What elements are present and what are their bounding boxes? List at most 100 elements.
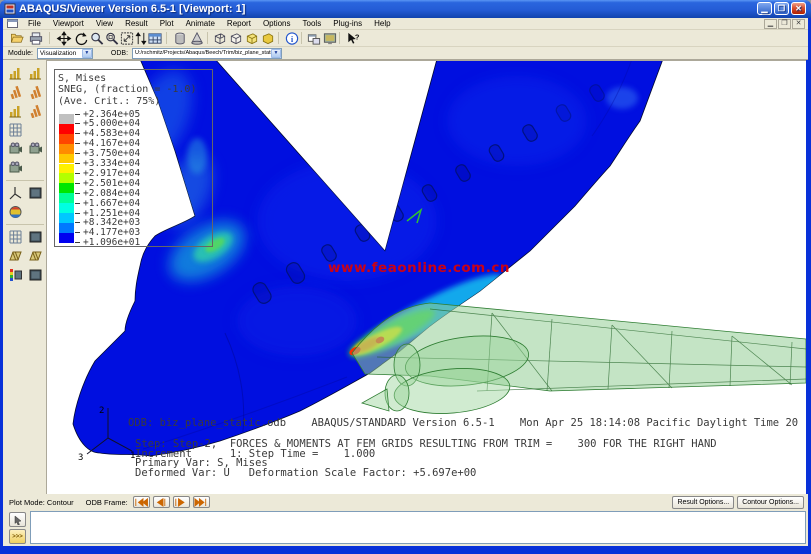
app-icon — [4, 3, 16, 15]
visualization-toolbox — [3, 60, 47, 494]
legend-value: +1.096e+01 — [75, 238, 140, 248]
odb-combo-value: U:/rschmitz/Projects/Abaqus/Beech/Trim/b… — [133, 50, 271, 56]
menu-animate[interactable]: Animate — [180, 18, 221, 29]
pan-view-icon[interactable] — [55, 31, 73, 46]
toolbar-separator — [278, 32, 279, 44]
command-line-button[interactable]: >>> — [9, 529, 26, 544]
viewport-grid-tool-button[interactable] — [6, 228, 25, 245]
odb-label: ODB: — [111, 50, 128, 57]
next-frame-button[interactable] — [173, 496, 190, 508]
toolbar-separator — [49, 32, 50, 44]
animate-scale-factor-button[interactable] — [26, 140, 45, 157]
stream-map-tool-button[interactable] — [26, 247, 45, 264]
animate-time-history-button[interactable] — [6, 140, 25, 157]
chevron-down-icon[interactable]: ▼ — [82, 49, 92, 58]
field-output-table-button[interactable] — [6, 121, 25, 138]
plot-undeformed-button[interactable] — [6, 64, 25, 81]
menu-help[interactable]: Help — [368, 18, 396, 29]
mdi-restore-button[interactable]: ❐ — [778, 19, 791, 29]
odb-title-line: ODB: biz_plane_static.odb ABAQUS/STANDAR… — [128, 417, 798, 429]
query-cursor-button[interactable] — [9, 512, 26, 527]
section-cones-icon[interactable] — [188, 31, 206, 46]
module-combo-value: Visualization — [38, 50, 82, 57]
render-monitor-icon[interactable] — [321, 31, 339, 46]
toolbar-separator — [207, 32, 208, 44]
plot-material-orientation-button[interactable] — [6, 102, 25, 119]
menu-view[interactable]: View — [90, 18, 119, 29]
menu-options[interactable]: Options — [257, 18, 297, 29]
viewport-canvas[interactable]: 2 3 1 S, MisesSNEG, (fraction = -1.0)(Av… — [47, 60, 806, 494]
first-frame-button[interactable] — [133, 496, 150, 508]
result-options-button[interactable]: Result Options... — [672, 496, 734, 509]
legend-swatch — [59, 233, 74, 243]
message-area: >>> — [3, 510, 808, 546]
close-button[interactable]: ✕ — [791, 2, 806, 15]
prompt-bar: Plot Mode: Contour ODB Frame: Result Opt… — [3, 494, 808, 510]
title-bar[interactable]: ABAQUS/Viewer Version 6.5-1 [Viewport: 1… — [0, 0, 811, 18]
main-toolbar: i? — [3, 30, 808, 47]
menu-bar: FileViewportViewResultPlotAnimateReportO… — [3, 18, 808, 30]
plot-xy-button[interactable] — [26, 102, 45, 119]
green-wing-model — [352, 303, 806, 418]
menu-result[interactable]: Result — [119, 18, 154, 29]
mouse-pointer-icon — [13, 515, 23, 525]
menu-tools[interactable]: Tools — [297, 18, 328, 29]
plot-deformed-button[interactable] — [26, 64, 45, 81]
plot-symbols-button[interactable] — [26, 83, 45, 100]
last-frame-button[interactable] — [193, 496, 210, 508]
viewport-document-icon — [7, 19, 18, 29]
object-display-tool-button[interactable] — [26, 228, 45, 245]
maximize-button[interactable]: ❐ — [774, 2, 789, 15]
minimize-button[interactable]: ▁ — [757, 2, 772, 15]
module-label: Module: — [8, 50, 33, 57]
print-icon[interactable] — [27, 31, 45, 46]
filled-render-icon[interactable] — [259, 31, 277, 46]
display-groups-tool-button[interactable] — [26, 184, 45, 201]
menu-plugins[interactable]: Plug-ins — [327, 18, 368, 29]
menu-viewport[interactable]: Viewport — [47, 18, 90, 29]
chevron-down-icon[interactable]: ▼ — [271, 49, 281, 58]
options-box-tool-button[interactable] — [26, 266, 45, 283]
plot-contour-button[interactable] — [6, 83, 25, 100]
animate-harmonic-button[interactable] — [6, 159, 25, 176]
odb-frame-label: ODB Frame: — [86, 498, 128, 507]
state-block: Step: Step-2, FORCES & MOMENTS AT FEM GR… — [135, 440, 717, 479]
open-odb-icon[interactable] — [8, 31, 26, 46]
legend-swatch — [59, 173, 74, 183]
mdi-minimize-button[interactable]: ▁ — [764, 19, 777, 29]
svg-text:3: 3 — [78, 453, 83, 463]
legend-title-line: SNEG, (fraction = -1.0) — [58, 84, 196, 95]
module-combo[interactable]: Visualization ▼ — [37, 48, 93, 59]
toolbar-separator — [301, 32, 302, 44]
menu-report[interactable]: Report — [221, 18, 257, 29]
path-tool-button[interactable] — [6, 247, 25, 264]
odb-combo[interactable]: U:/rschmitz/Projects/Abaqus/Beech/Trim/b… — [132, 48, 282, 59]
toolbox-separator — [6, 224, 44, 225]
spectrum-tool-button[interactable] — [6, 266, 25, 283]
legend-title-line: (Ave. Crit.: 75%) — [58, 96, 160, 107]
legend-title-line: S, Mises — [58, 73, 106, 84]
previous-frame-button[interactable] — [153, 496, 170, 508]
watermark-text: www.feaonline.com.cn — [328, 260, 510, 276]
state-line: Deformed Var: U Deformation Scale Factor… — [135, 469, 717, 479]
beam-profiles-icon[interactable] — [171, 31, 189, 46]
menu-plot[interactable]: Plot — [154, 18, 180, 29]
menu-file[interactable]: File — [22, 18, 47, 29]
view-triad-tool-button[interactable] — [6, 184, 25, 201]
legend-swatch — [59, 193, 74, 203]
context-help-icon[interactable]: ? — [344, 31, 362, 46]
legend-swatch — [59, 223, 74, 233]
query-info-icon[interactable]: i — [283, 31, 301, 46]
mdi-close-button[interactable]: ✕ — [792, 19, 805, 29]
contour-options-button[interactable]: Contour Options... — [737, 496, 804, 509]
views-toolbox-icon[interactable] — [146, 31, 164, 46]
message-text-box[interactable] — [30, 511, 806, 544]
toolbar-separator — [166, 32, 167, 44]
legend-swatch — [59, 134, 74, 144]
legend-swatch — [59, 213, 74, 223]
color-code-tool-button[interactable] — [6, 203, 25, 220]
contour-legend: S, MisesSNEG, (fraction = -1.0)(Ave. Cri… — [54, 69, 213, 247]
legend-swatch — [59, 114, 74, 124]
legend-swatch — [59, 203, 74, 213]
abaqus-viewer-window: ABAQUS/Viewer Version 6.5-1 [Viewport: 1… — [0, 0, 811, 554]
